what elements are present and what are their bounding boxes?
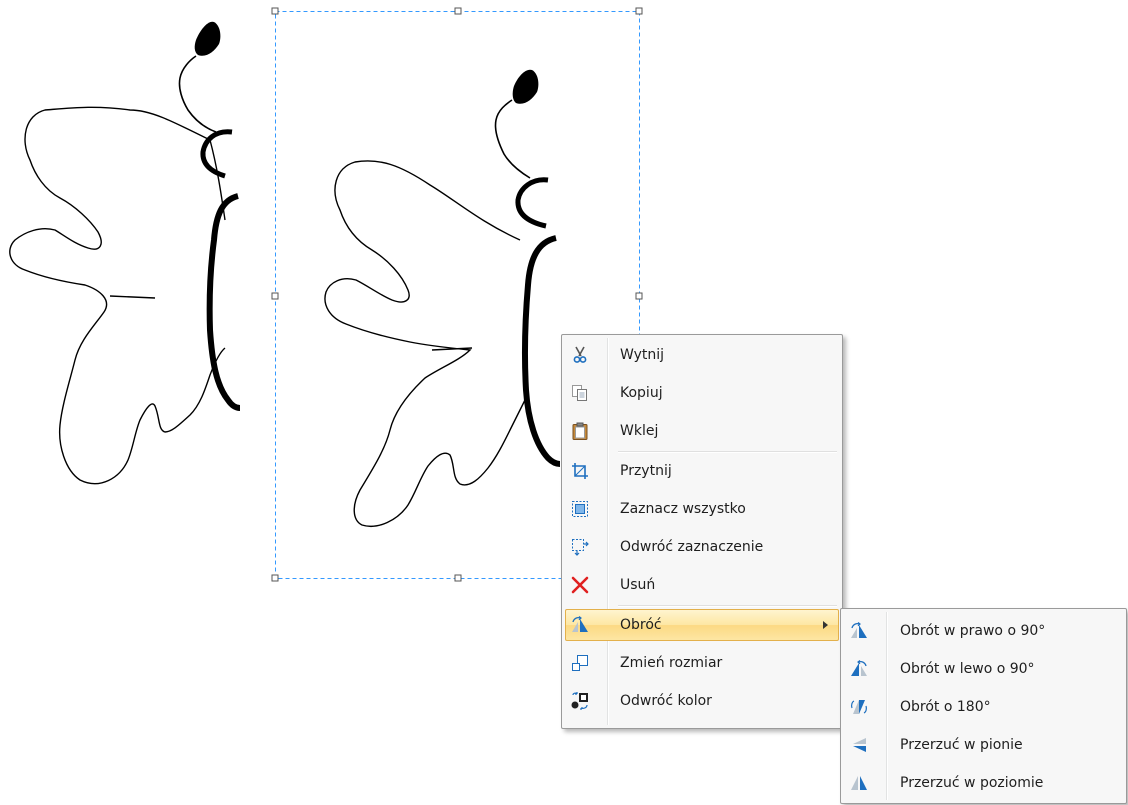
menu-item-paste[interactable]: Wklej: [565, 415, 839, 447]
menu-item-copy[interactable]: Kopiuj: [565, 377, 839, 409]
flip-horizontal-icon: [850, 774, 868, 792]
submenu-item-label: Obrót w prawo o 90°: [900, 623, 1046, 639]
menu-item-label: Usuń: [620, 577, 656, 593]
resize-icon: [571, 654, 589, 672]
selection-handle-top-left: [271, 7, 279, 15]
menu-item-label: Odwróć zaznaczenie: [620, 539, 764, 555]
paste-icon: [571, 422, 589, 440]
submenu-item-rotate-left-90[interactable]: Obrót w lewo o 90°: [844, 653, 1123, 685]
submenu-item-label: Obrót w lewo o 90°: [900, 661, 1035, 677]
rotate-submenu: Obrót w prawo o 90° Obrót w lewo o 90° O…: [840, 608, 1127, 804]
selection-handle-right: [635, 292, 643, 300]
selection-handle-top-right: [635, 7, 643, 15]
menu-item-delete[interactable]: Usuń: [565, 569, 839, 601]
menu-item-select-all[interactable]: Zaznacz wszystko: [565, 493, 839, 525]
menu-item-resize[interactable]: Zmień rozmiar: [565, 647, 839, 679]
submenu-arrow-icon: [823, 621, 828, 629]
butterfly-drawing-selected: [324, 69, 561, 527]
invert-selection-icon: [571, 538, 589, 556]
selection-handle-top: [454, 7, 462, 15]
rotate-left-90-icon: [850, 660, 868, 678]
menu-item-label: Wklej: [620, 423, 659, 439]
menu-item-crop[interactable]: Przytnij: [565, 455, 839, 487]
delete-icon: [571, 576, 589, 594]
menu-item-label: Obróć: [620, 617, 662, 633]
submenu-item-rotate-right-90[interactable]: Obrót w prawo o 90°: [844, 615, 1123, 647]
context-menu: Wytnij Kopiuj Wklej Przytnij Zaznacz wsz…: [561, 334, 843, 729]
submenu-item-label: Obrót o 180°: [900, 699, 991, 715]
submenu-item-label: Przerzuć w poziomie: [900, 775, 1044, 791]
menu-item-rotate[interactable]: Obróć: [565, 609, 839, 641]
rotate-right-90-icon: [850, 622, 868, 640]
menu-item-label: Odwróć kolor: [620, 693, 712, 709]
menu-item-invert-color[interactable]: Odwróć kolor: [565, 685, 839, 717]
menu-item-label: Kopiuj: [620, 385, 663, 401]
butterfly-drawing-left: [9, 21, 241, 485]
menu-item-invert-selection[interactable]: Odwróć zaznaczenie: [565, 531, 839, 563]
submenu-item-flip-vertical[interactable]: Przerzuć w pionie: [844, 729, 1123, 761]
select-all-icon: [571, 500, 589, 518]
rotate-180-icon: [850, 698, 868, 716]
menu-item-label: Przytnij: [620, 463, 672, 479]
copy-icon: [571, 384, 589, 402]
submenu-item-label: Przerzuć w pionie: [900, 737, 1023, 753]
menu-item-cut[interactable]: Wytnij: [565, 339, 839, 371]
invert-color-icon: [571, 692, 589, 710]
menu-item-label: Zmień rozmiar: [620, 655, 723, 671]
submenu-item-flip-horizontal[interactable]: Przerzuć w poziomie: [844, 767, 1123, 799]
selection-handle-bottom: [454, 574, 462, 582]
menu-item-label: Wytnij: [620, 347, 665, 363]
cut-icon: [571, 346, 589, 364]
selection-handle-left: [271, 292, 279, 300]
crop-icon: [571, 462, 589, 480]
flip-vertical-icon: [850, 736, 868, 754]
selection-handle-bottom-left: [271, 574, 279, 582]
submenu-item-rotate-180[interactable]: Obrót o 180°: [844, 691, 1123, 723]
menu-item-label: Zaznacz wszystko: [620, 501, 746, 517]
rotate-icon: [571, 616, 589, 634]
